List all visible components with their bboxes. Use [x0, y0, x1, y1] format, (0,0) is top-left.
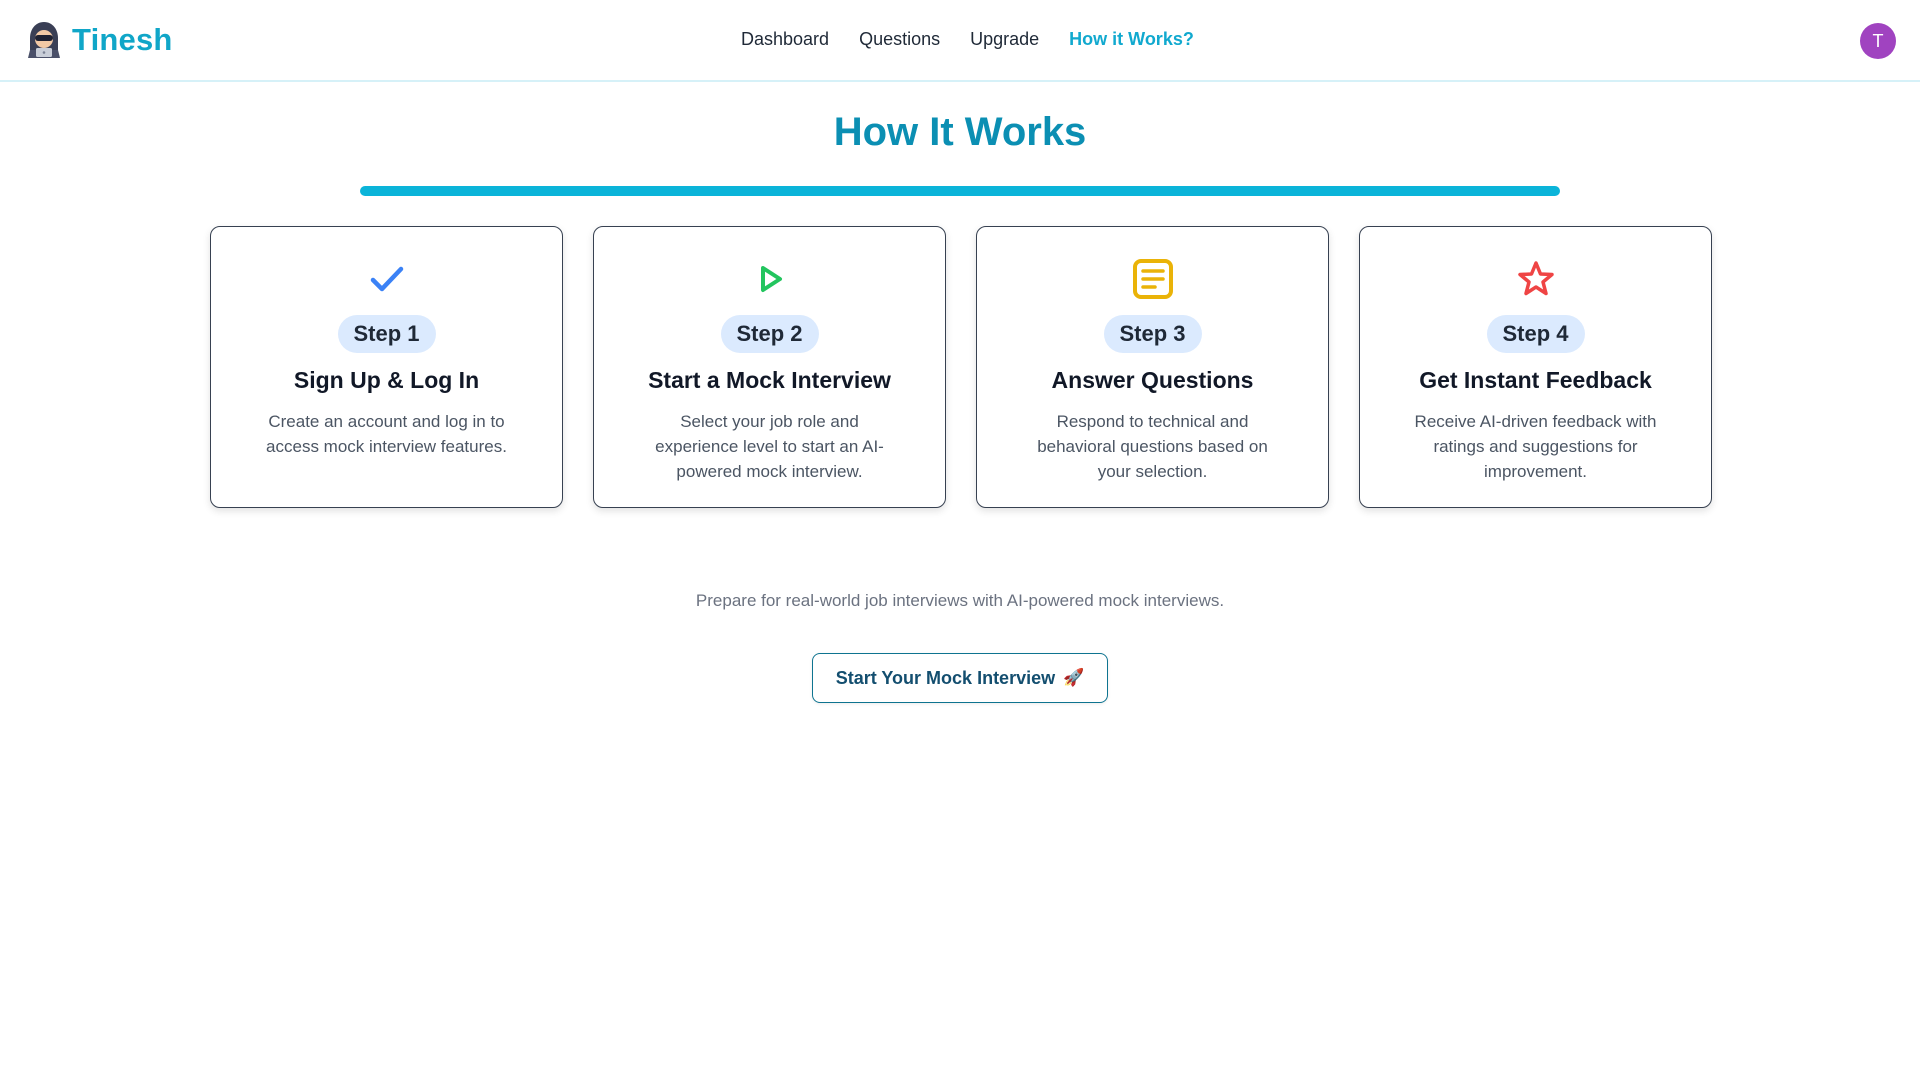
- document-text-icon: [1131, 257, 1175, 301]
- step-description: Select your job role and experience leve…: [655, 412, 884, 481]
- step-card-3: Step 3 Answer Questions Respond to techn…: [976, 226, 1329, 508]
- rocket-icon: 🚀: [1063, 668, 1085, 687]
- user-avatar[interactable]: T: [1860, 23, 1896, 59]
- step-description: Respond to technical and behavioral ques…: [1037, 412, 1268, 481]
- play-icon: [748, 257, 792, 301]
- page-title: How It Works: [833, 110, 1087, 154]
- title-underline: [360, 186, 1560, 196]
- nav-questions[interactable]: Questions: [859, 29, 940, 50]
- step-badge: Step 1: [337, 315, 436, 353]
- nav-how-it-works[interactable]: How it Works?: [1069, 29, 1194, 50]
- brand-name: Tinesh: [72, 22, 173, 57]
- cta-label: Start Your Mock Interview: [835, 667, 1056, 688]
- hooded-hacker-icon: [28, 22, 60, 58]
- step-card-2: Step 2 Start a Mock Interview Select you…: [593, 226, 946, 508]
- step-card-4: Step 4 Get Instant Feedback Receive AI-d…: [1359, 226, 1712, 508]
- step-badge: Step 2: [720, 315, 819, 353]
- step-badge: Step 4: [1486, 315, 1585, 353]
- step-description: Create an account and log in to access m…: [266, 412, 507, 456]
- nav-dashboard[interactable]: Dashboard: [741, 29, 829, 50]
- brand-logo-link[interactable]: Tinesh: [26, 20, 173, 60]
- step-card-1: Step 1 Sign Up & Log In Create an accoun…: [210, 226, 563, 508]
- star-icon: [1514, 257, 1558, 301]
- start-mock-interview-button[interactable]: Start Your Mock Interview 🚀: [812, 653, 1108, 703]
- step-title: Get Instant Feedback: [1419, 367, 1652, 393]
- step-badge: Step 3: [1103, 315, 1202, 353]
- steps-grid: Step 1 Sign Up & Log In Create an accoun…: [210, 226, 1712, 508]
- tagline: Prepare for real-world job interviews wi…: [695, 591, 1225, 610]
- check-icon: [365, 257, 409, 301]
- step-description: Receive AI-driven feedback with ratings …: [1414, 412, 1657, 481]
- step-title: Sign Up & Log In: [293, 367, 480, 393]
- top-navbar: Tinesh Dashboard Questions Upgrade How i…: [0, 0, 1920, 82]
- step-title: Start a Mock Interview: [648, 367, 891, 393]
- step-title: Answer Questions: [1051, 367, 1254, 393]
- main-nav: Dashboard Questions Upgrade How it Works…: [741, 29, 1194, 50]
- nav-upgrade[interactable]: Upgrade: [970, 29, 1039, 50]
